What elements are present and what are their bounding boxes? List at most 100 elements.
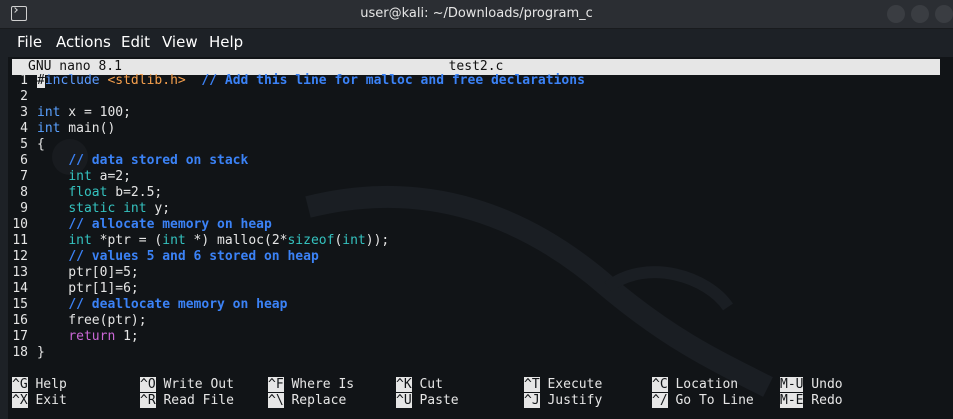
shortcut-key: ^C	[652, 377, 668, 392]
shortcut-item[interactable]: ^F Where Is	[268, 377, 354, 393]
shortcut-label: Write Out	[155, 377, 234, 392]
shortcut-label: Go To Line	[667, 393, 754, 408]
shortcut-label: Cut	[411, 377, 443, 392]
code-text: ptr[0]=5;	[37, 265, 139, 281]
code-token: int	[342, 233, 366, 248]
line-number: 2	[20, 89, 28, 104]
code-text: // data stored on stack	[37, 153, 248, 169]
code-token: *) malloc(2*	[185, 233, 288, 248]
shortcut-item[interactable]: ^J Justify	[524, 393, 602, 409]
code-token: // Add this line for malloc and free dec…	[201, 73, 585, 88]
code-token: static int	[68, 201, 147, 216]
code-text: static int y;	[37, 201, 170, 217]
shortcut-label: Where Is	[283, 377, 355, 392]
code-token: return	[68, 329, 116, 344]
line-number: 17	[12, 329, 28, 344]
shortcut-label: Help	[27, 377, 67, 392]
shortcut-key: ^J	[524, 393, 540, 408]
code-text: free(ptr);	[37, 313, 147, 329]
shortcut-item[interactable]: ^K Cut	[396, 377, 443, 393]
code-token: // allocate memory on heap	[68, 217, 272, 232]
shortcut-key: ^T	[524, 377, 540, 392]
window-title: user@kali: ~/Downloads/program_c	[360, 6, 593, 21]
line-number: 5	[20, 137, 28, 152]
line-number: 10	[12, 217, 28, 232]
code-token: ptr[1]=6;	[37, 281, 139, 296]
shortcut-item[interactable]: ^G Help	[12, 377, 67, 393]
code-token: }	[37, 345, 45, 360]
line-number: 4	[20, 121, 28, 136]
shortcut-item[interactable]: ^X Exit	[12, 393, 67, 409]
code-text: int x = 100;	[37, 105, 131, 121]
menu-file[interactable]: File	[17, 33, 42, 51]
shortcut-key: ^R	[140, 393, 156, 408]
shortcut-key: ^X	[12, 393, 28, 408]
code-token: // data stored on stack	[68, 153, 249, 168]
shortcut-key: ^F	[268, 377, 284, 392]
shortcut-key: M-E	[780, 393, 804, 408]
code-token: int	[68, 169, 92, 184]
line-number: 7	[20, 169, 28, 184]
code-token: int	[162, 233, 186, 248]
maximize-button[interactable]	[911, 5, 929, 23]
shortcut-item[interactable]: ^U Paste	[396, 393, 459, 409]
menu-edit[interactable]: Edit	[121, 33, 150, 51]
shortcut-item[interactable]: ^R Read File	[140, 393, 234, 409]
code-token: float	[68, 185, 108, 200]
line-number: 11	[12, 233, 28, 248]
line-number: 9	[20, 201, 28, 216]
line-number: 1	[20, 73, 28, 88]
code-token: b=2.5;	[107, 185, 163, 200]
shortcut-key: ^K	[396, 377, 412, 392]
code-text: {	[37, 137, 45, 153]
line-number: 6	[20, 153, 28, 168]
line-number: 13	[12, 265, 28, 280]
code-token: // values 5 and 6 stored on heap	[68, 249, 319, 264]
terminal-area[interactable]: GNU nano 8.1 test2.c 1 #include <stdlib.h…	[8, 57, 953, 419]
code-text: // values 5 and 6 stored on heap	[37, 249, 319, 265]
minimize-button[interactable]	[887, 5, 905, 23]
code-text: // deallocate memory on heap	[37, 297, 287, 313]
code-token: ptr[0]=5;	[37, 265, 139, 280]
shortcut-key: ^/	[652, 393, 668, 408]
shortcut-label: Justify	[539, 393, 603, 408]
shortcut-item[interactable]: ^C Location	[652, 377, 738, 393]
shortcut-item[interactable]: ^O Write Out	[140, 377, 234, 393]
code-token: ));	[365, 233, 390, 248]
shortcut-item[interactable]: M-E Redo	[780, 393, 843, 409]
shortcut-key: ^\	[268, 393, 284, 408]
menu-view[interactable]: View	[162, 33, 198, 51]
code-token: free(ptr);	[37, 313, 147, 328]
window-titlebar: user@kali: ~/Downloads/program_c	[0, 0, 953, 29]
menu-actions[interactable]: Actions	[56, 33, 111, 51]
shortcut-item[interactable]: ^/ Go To Line	[652, 393, 754, 409]
shortcut-label: Redo	[803, 393, 843, 408]
code-token: int	[37, 121, 61, 136]
code-token: int	[68, 233, 92, 248]
shortcut-label: Read File	[155, 393, 234, 408]
shortcut-label: Execute	[539, 377, 603, 392]
code-token: *ptr = (	[91, 233, 163, 248]
line-number: 16	[12, 313, 28, 328]
code-token: <stdlib.h>	[107, 73, 186, 88]
code-token: include	[44, 73, 108, 88]
shortcut-key: ^O	[140, 377, 156, 392]
shortcut-item[interactable]: M-U Undo	[780, 377, 843, 393]
menu-help[interactable]: Help	[209, 33, 243, 51]
line-number: 14	[12, 281, 28, 296]
code-text: return 1;	[37, 329, 138, 345]
shortcut-item[interactable]: ^T Execute	[524, 377, 602, 393]
code-text: #include <stdlib.h> // Add this line for…	[37, 73, 585, 89]
menu-bar: File Actions Edit View Help	[0, 29, 953, 55]
close-button[interactable]	[935, 5, 953, 23]
shortcut-label: Replace	[283, 393, 347, 408]
shortcut-item[interactable]: ^\ Replace	[268, 393, 346, 409]
